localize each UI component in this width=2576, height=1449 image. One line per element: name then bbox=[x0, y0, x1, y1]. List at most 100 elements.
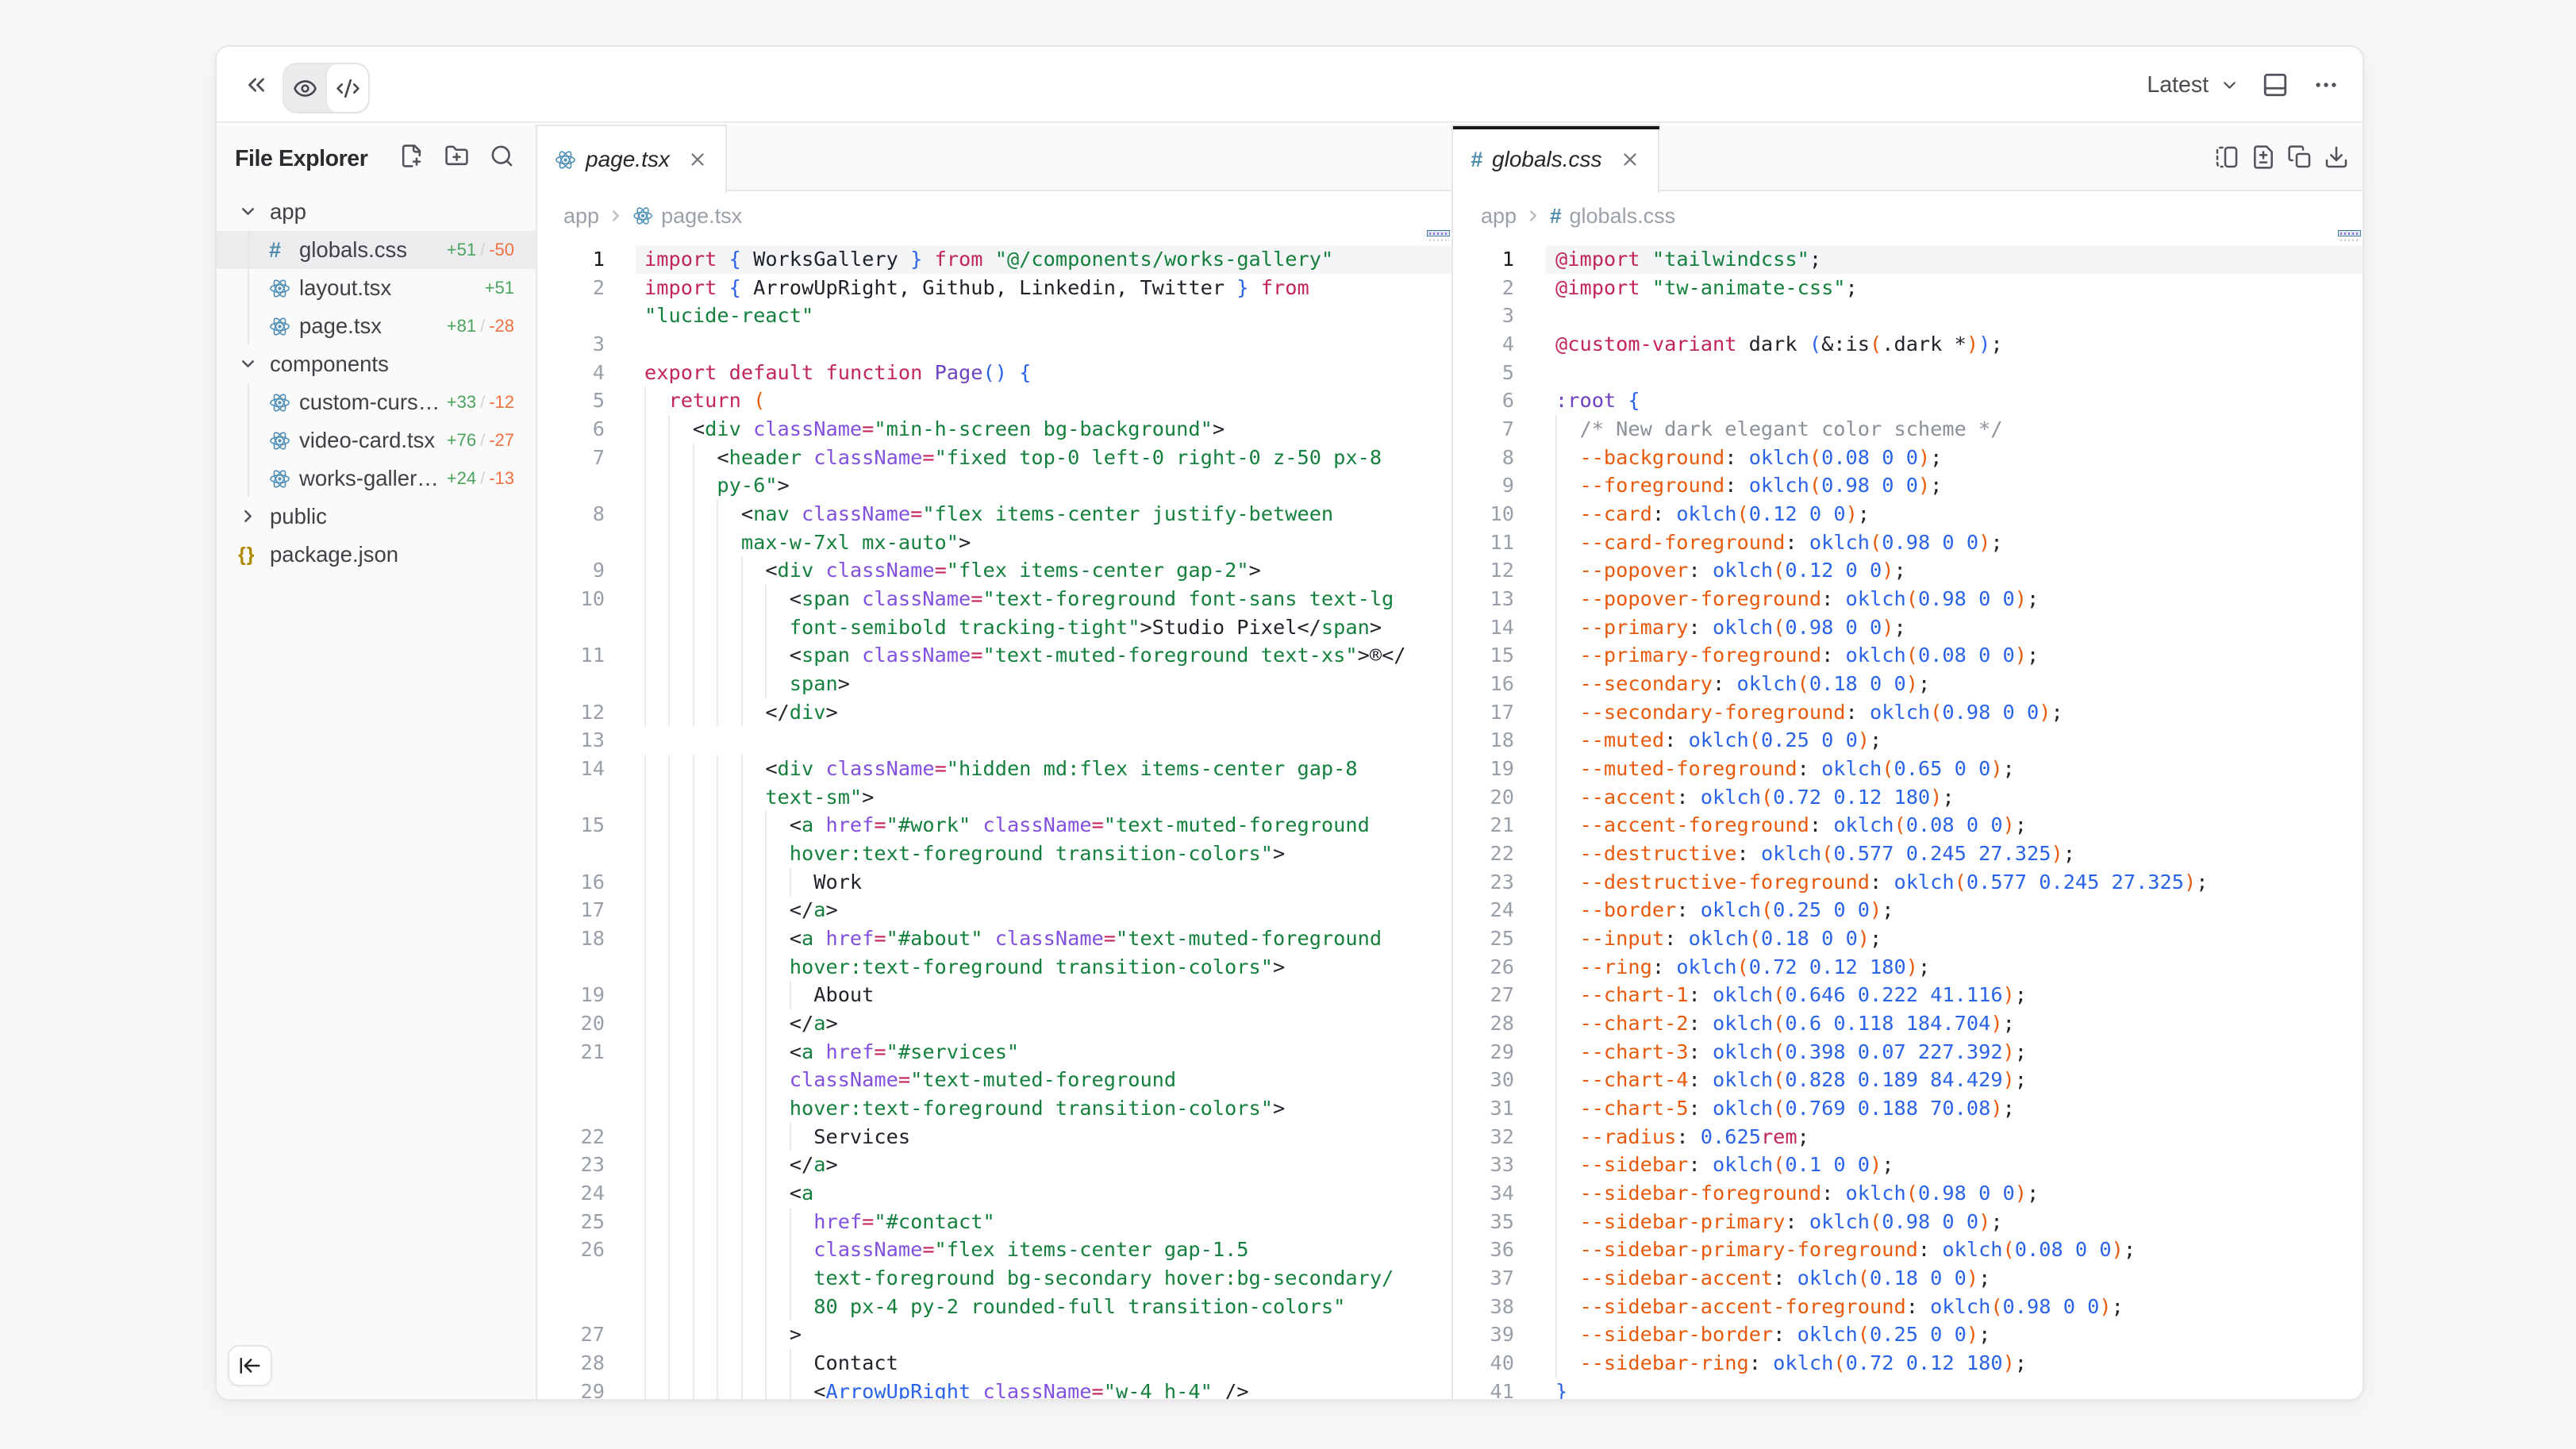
file-tree-item-globals.css[interactable]: #globals.css+51/-50 bbox=[217, 231, 536, 269]
code-token: href bbox=[825, 927, 874, 950]
code-token: 0.08 0 0 bbox=[1821, 446, 1918, 469]
code-token: ) bbox=[1930, 786, 1942, 809]
code-token: : bbox=[1785, 1210, 1809, 1233]
preview-toggle-button[interactable] bbox=[284, 64, 325, 112]
code-token: 0.398 0.07 227.392 bbox=[1785, 1040, 2002, 1063]
lines-added: +24 bbox=[447, 468, 476, 488]
file-tree-item-video-card.tsx[interactable]: video-card.tsx+76/-27 bbox=[217, 421, 536, 459]
lines-added: +51 bbox=[485, 278, 514, 298]
line-number: 1 bbox=[1453, 245, 1514, 274]
code-line-text: <div className="hidden md:flex items-cen… bbox=[644, 755, 1358, 783]
scroll-minimap[interactable] bbox=[1427, 230, 1450, 236]
code-row: 17 --secondary-foreground: oklch(0.98 0 … bbox=[1453, 698, 2363, 727]
minimap-dots bbox=[1429, 239, 1448, 241]
code-token: ( bbox=[1809, 446, 1821, 469]
breadcrumb-item[interactable]: globals.css bbox=[1570, 204, 1676, 229]
code-token: : bbox=[1846, 701, 1870, 724]
close-tab-icon[interactable] bbox=[1620, 149, 1640, 170]
line-number: 12 bbox=[537, 698, 605, 727]
code-token: ( bbox=[1773, 983, 1785, 1006]
close-tab-icon[interactable] bbox=[687, 149, 708, 170]
code-token: > bbox=[825, 1153, 837, 1176]
code-token: ) bbox=[1870, 1153, 1882, 1176]
file-diff-icon[interactable] bbox=[2250, 144, 2277, 171]
file-tree-item-package.json[interactable]: { }package.json bbox=[217, 536, 536, 574]
code-row: text-foreground bg-secondary hover:bg-se… bbox=[537, 1264, 1451, 1293]
new-file-button[interactable] bbox=[399, 144, 424, 168]
file-tree-item-components[interactable]: components bbox=[217, 345, 536, 383]
code-token: --chart-1 bbox=[1579, 983, 1688, 1006]
code-token: = bbox=[922, 446, 934, 469]
panel-bottom-button[interactable] bbox=[2256, 66, 2294, 104]
tab-globals-css[interactable]: #globals.css bbox=[1453, 125, 1659, 193]
code-token: href bbox=[825, 1040, 874, 1063]
code-row: 1import { WorksGallery } from "@/compone… bbox=[537, 245, 1451, 274]
code-token: > bbox=[1249, 559, 1261, 582]
file-tree-item-layout.tsx[interactable]: layout.tsx+51 bbox=[217, 269, 536, 307]
file-tree-item-public[interactable]: public bbox=[217, 498, 536, 536]
line-number: 17 bbox=[537, 896, 605, 924]
code-token: ArrowUpRight, Github, Linkedin, Twitter bbox=[741, 276, 1236, 299]
code-token: = bbox=[910, 502, 922, 525]
breadcrumb-item[interactable]: app bbox=[1481, 204, 1517, 229]
line-number: 25 bbox=[537, 1208, 605, 1236]
collapse-panel-button[interactable] bbox=[243, 71, 270, 98]
more-options-button[interactable] bbox=[2307, 66, 2345, 104]
split-view-icon[interactable] bbox=[2213, 144, 2240, 171]
code-token: 0.25 0 0 bbox=[1870, 1323, 1967, 1346]
code-editor[interactable]: 1@import "tailwindcss";2@import "tw-anim… bbox=[1453, 245, 2363, 1399]
code-token: : bbox=[1821, 1182, 1845, 1205]
download-icon[interactable] bbox=[2323, 144, 2350, 171]
code-token: = bbox=[971, 644, 982, 667]
search-files-button[interactable] bbox=[490, 144, 514, 168]
code-token: ( bbox=[1809, 332, 1821, 356]
line-number: 14 bbox=[537, 755, 605, 783]
code-token: : bbox=[1724, 446, 1748, 469]
diff-separator: / bbox=[476, 430, 489, 450]
code-token: &:is bbox=[1821, 332, 1870, 356]
code-token: oklch bbox=[1930, 1295, 1990, 1318]
line-number: 38 bbox=[1453, 1293, 1514, 1321]
line-number: 39 bbox=[1453, 1320, 1514, 1349]
code-line-text: Services bbox=[644, 1123, 910, 1151]
code-token: ) bbox=[1918, 446, 1930, 469]
code-editor[interactable]: 1import { WorksGallery } from "@/compone… bbox=[537, 245, 1451, 1399]
braces-icon: { } bbox=[238, 544, 252, 566]
code-token: < bbox=[717, 446, 729, 469]
code-token: "#contact" bbox=[874, 1210, 994, 1233]
code-row: 5 bbox=[1453, 359, 2363, 387]
code-row: 7 <header className="fixed top-0 left-0 … bbox=[537, 444, 1451, 472]
code-token: oklch bbox=[1797, 1323, 1858, 1346]
code-row: 6 <div className="min-h-screen bg-backgr… bbox=[537, 415, 1451, 444]
code-line-text: --chart-1: oklch(0.646 0.222 41.116); bbox=[1555, 981, 2027, 1009]
breadcrumb-item[interactable]: app bbox=[563, 204, 599, 229]
code-token: </ bbox=[790, 1153, 813, 1176]
file-tree-item-works-galler-[interactable]: works-galler…+24/-13 bbox=[217, 459, 536, 498]
minimap-dots bbox=[2340, 239, 2359, 241]
react-icon bbox=[555, 149, 576, 171]
new-folder-button[interactable] bbox=[444, 144, 469, 168]
code-line-text: --sidebar-foreground: oklch(0.98 0 0); bbox=[1555, 1179, 2039, 1208]
pane-divider[interactable] bbox=[1451, 125, 1453, 1399]
file-tree-item-app[interactable]: app bbox=[217, 193, 536, 231]
sidebar-divider[interactable] bbox=[536, 125, 537, 1399]
file-tree-item-page.tsx[interactable]: page.tsx+81/-28 bbox=[217, 307, 536, 345]
copy-icon[interactable] bbox=[2286, 144, 2313, 171]
code-token: --chart-4 bbox=[1579, 1068, 1688, 1091]
scroll-minimap[interactable] bbox=[2338, 230, 2361, 236]
file-tree-item-custom-curs-[interactable]: custom-curs…+33/-12 bbox=[217, 383, 536, 421]
breadcrumb-item[interactable]: page.tsx bbox=[661, 204, 742, 229]
code-token: 0.72 0.12 180 bbox=[1749, 955, 1906, 978]
breadcrumb: app#globals.css bbox=[1453, 193, 2363, 239]
version-selector[interactable]: Latest bbox=[2147, 47, 2240, 123]
code-line-text: --primary-foreground: oklch(0.08 0 0); bbox=[1555, 641, 2039, 670]
code-token: ( bbox=[1773, 1153, 1785, 1176]
tab-page-tsx[interactable]: page.tsx bbox=[537, 125, 727, 193]
code-token: text-sm" bbox=[765, 786, 862, 809]
code-toggle-button[interactable] bbox=[325, 64, 368, 112]
code-token: /* New dark elegant color scheme */ bbox=[1579, 417, 2002, 440]
code-token: ; bbox=[2063, 842, 2075, 865]
line-number: 19 bbox=[1453, 755, 1514, 783]
code-token: ( bbox=[1930, 701, 1942, 724]
collapse-sidebar-button[interactable] bbox=[228, 1345, 272, 1386]
